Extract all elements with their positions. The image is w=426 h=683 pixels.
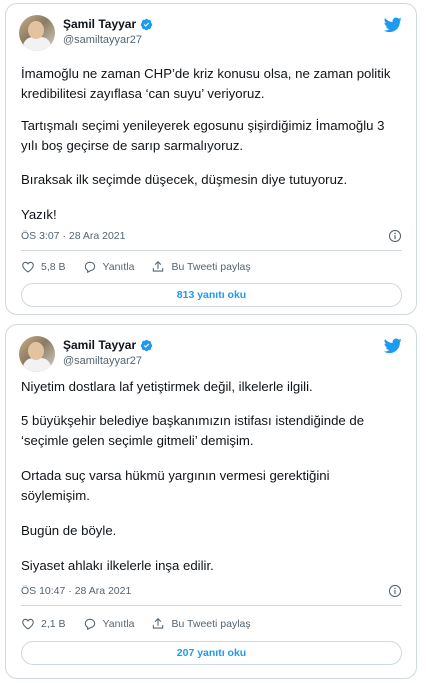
like-button[interactable]: 5,8 B bbox=[21, 260, 66, 274]
tweet-card[interactable]: Şamil Tayyar @samiltayyar27 İmamoğlu ne … bbox=[5, 3, 417, 315]
verified-badge-icon bbox=[140, 339, 153, 351]
reply-button[interactable]: Yanıtla bbox=[83, 260, 135, 274]
tweet-text: Tartışmalı seçimi yenileyerek egosunu şi… bbox=[21, 118, 385, 153]
tweet-text: Niyetim dostlara laf yetiştirmek değil, … bbox=[21, 379, 313, 394]
author-name[interactable]: Şamil Tayyar bbox=[63, 338, 136, 352]
tweet-text: İmamoğlu ne zaman CHP’de kriz konusu ols… bbox=[21, 66, 391, 101]
like-button[interactable]: 2,1 B bbox=[21, 617, 66, 631]
share-button[interactable]: Bu Tweeti paylaş bbox=[151, 617, 251, 631]
share-label: Bu Tweeti paylaş bbox=[171, 261, 251, 273]
like-count: 2,1 B bbox=[41, 618, 66, 630]
reply-button[interactable]: Yanıtla bbox=[83, 617, 135, 631]
share-icon bbox=[153, 261, 164, 272]
info-icon[interactable] bbox=[388, 229, 402, 243]
share-label: Bu Tweeti paylaş bbox=[171, 618, 251, 630]
avatar[interactable] bbox=[19, 336, 55, 372]
tweet-timestamp[interactable]: ÖS 10:47 · 28 Ara 2021 bbox=[21, 585, 131, 597]
reply-label: Yanıtla bbox=[102, 261, 135, 273]
twitter-bird-icon[interactable] bbox=[384, 338, 402, 354]
twitter-bird-icon[interactable] bbox=[384, 17, 402, 33]
heart-icon bbox=[22, 261, 34, 273]
share-button[interactable]: Bu Tweeti paylaş bbox=[151, 260, 251, 274]
reply-label: Yanıtla bbox=[102, 618, 135, 630]
read-replies-button[interactable]: 207 yanıtı oku bbox=[21, 641, 402, 665]
reply-icon bbox=[84, 261, 95, 274]
divider bbox=[21, 250, 402, 251]
author-handle[interactable]: @samiltayyar27 bbox=[63, 355, 142, 367]
tweet-text: 5 büyükşehir belediye başkanımızın istif… bbox=[21, 413, 365, 448]
read-replies-button[interactable]: 813 yanıtı oku bbox=[21, 283, 402, 307]
tweet-timestamp[interactable]: ÖS 3:07 · 28 Ara 2021 bbox=[21, 230, 126, 242]
info-icon[interactable] bbox=[388, 584, 402, 598]
author-name[interactable]: Şamil Tayyar bbox=[63, 17, 136, 31]
avatar[interactable] bbox=[19, 15, 55, 51]
reply-icon bbox=[84, 618, 95, 631]
tweet-card[interactable]: Şamil Tayyar @samiltayyar27 Niyetim dost… bbox=[5, 324, 417, 679]
heart-icon bbox=[22, 618, 34, 630]
divider bbox=[21, 605, 402, 606]
author-handle[interactable]: @samiltayyar27 bbox=[63, 34, 142, 46]
tweet-text: Yazık! bbox=[21, 207, 57, 222]
share-icon bbox=[153, 618, 164, 629]
tweet-text: Siyaset ahlakı ilkelerle inşa edilir. bbox=[21, 558, 214, 573]
tweet-text: Bıraksak ilk seçimde düşecek, düşmesin d… bbox=[21, 172, 348, 187]
like-count: 5,8 B bbox=[41, 261, 66, 273]
tweet-text: Bugün de böyle. bbox=[21, 523, 117, 538]
verified-badge-icon bbox=[140, 18, 153, 30]
tweet-text: Ortada suç varsa hükmü yargının vermesi … bbox=[21, 468, 330, 503]
